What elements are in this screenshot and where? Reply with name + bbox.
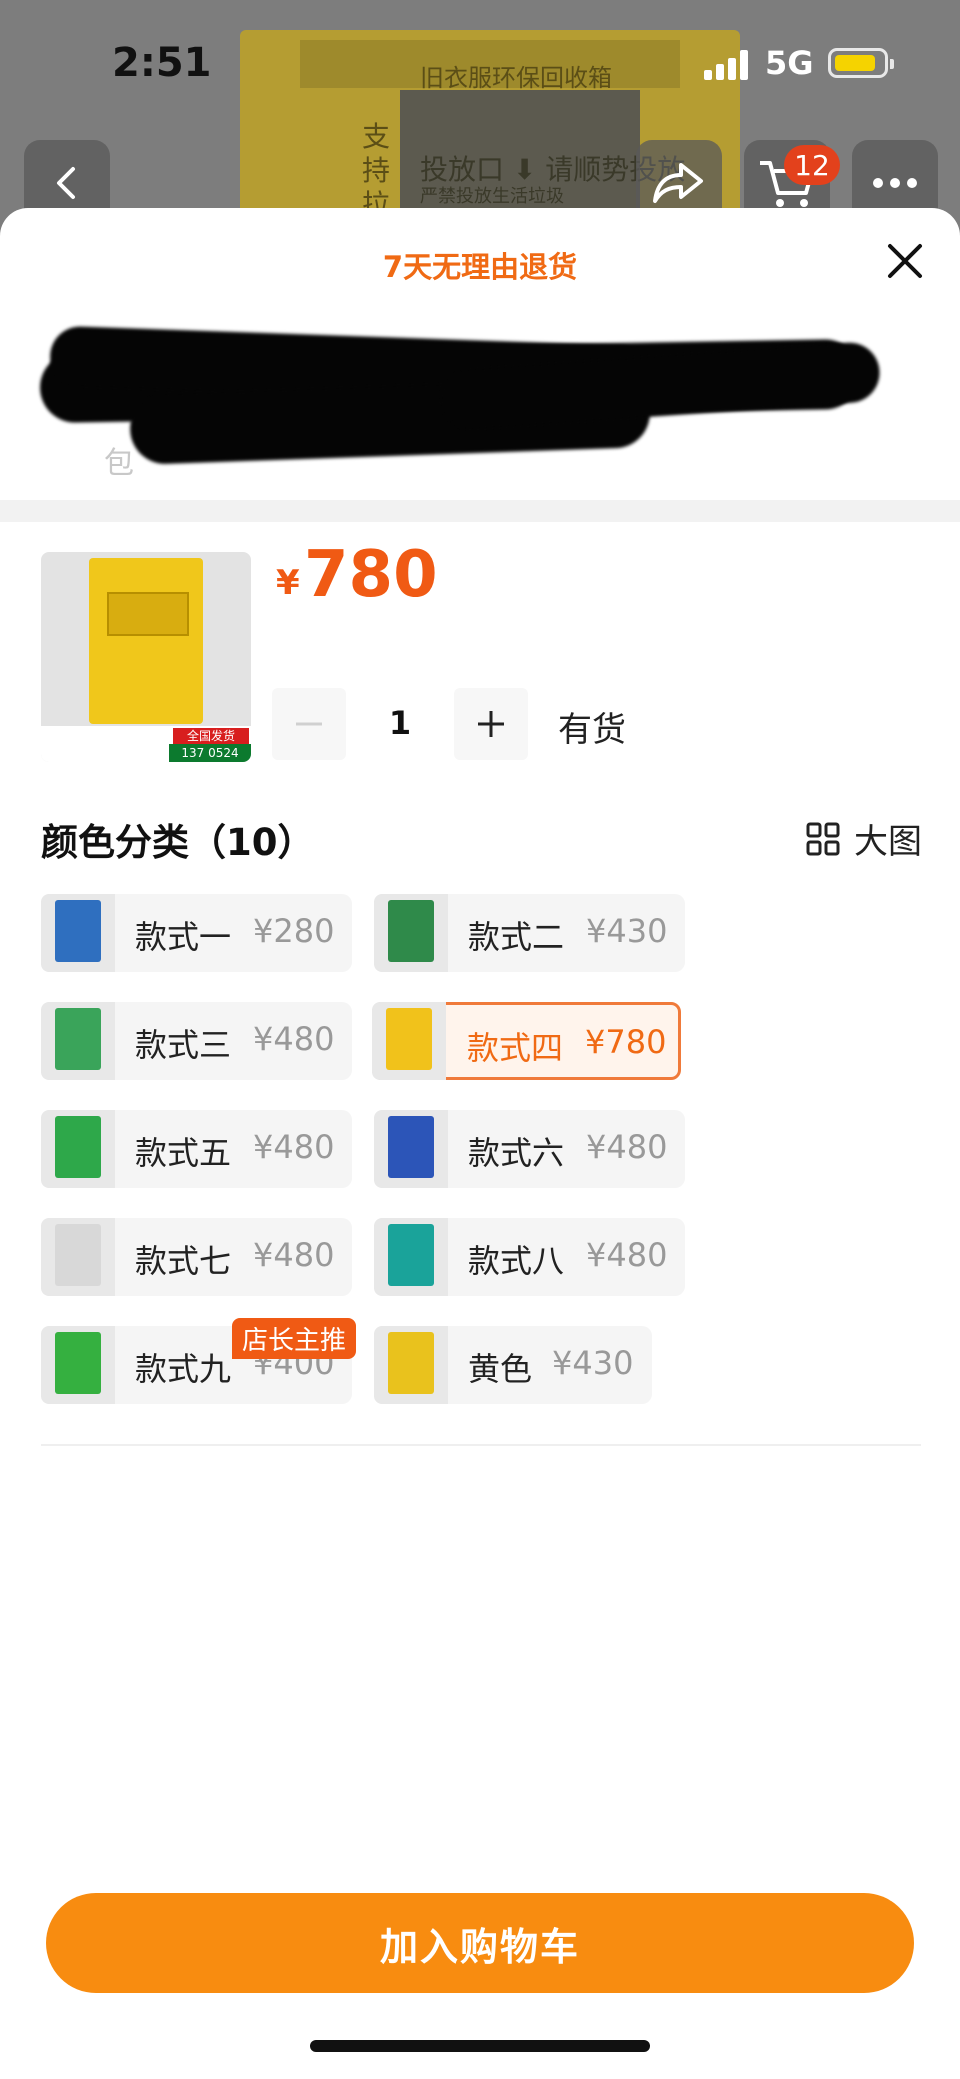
- signal-icon: [704, 50, 752, 80]
- variant-thumb-bin: [388, 1332, 434, 1394]
- variant-name: 款式九: [135, 1350, 232, 1388]
- big-image-label: 大图: [854, 822, 922, 862]
- variant-thumb: [41, 1002, 115, 1080]
- returns-policy-label: 7天无理由退货: [382, 250, 578, 284]
- variant-option[interactable]: 款式七 ¥480: [41, 1218, 352, 1296]
- variant-section-title: 颜色分类（10）: [41, 821, 315, 864]
- variant-thumb-bin: [55, 900, 101, 962]
- address-prefix-text: 包: [104, 446, 134, 481]
- quantity-increase-button[interactable]: [454, 688, 528, 760]
- grid-icon: [806, 822, 840, 855]
- variant-option[interactable]: 款式五 ¥480: [41, 1110, 352, 1188]
- share-icon: [653, 163, 703, 203]
- thumb-bin-body: [89, 558, 203, 724]
- variant-thumb: [41, 1326, 115, 1404]
- variant-price: ¥430: [552, 1344, 634, 1382]
- add-to-cart-button[interactable]: 加入购物车: [46, 1893, 914, 1993]
- bin-side-text: 支持拉: [362, 120, 391, 221]
- variant-thumb: [374, 1218, 448, 1296]
- variant-name: 款式三: [135, 1026, 232, 1064]
- network-type: 5G: [765, 44, 814, 82]
- recommended-badge: 店长主推: [232, 1318, 357, 1359]
- variant-name: 款式二: [468, 918, 565, 956]
- close-icon: [888, 244, 922, 278]
- variant-thumb: [374, 894, 448, 972]
- variant-name: 黄色: [468, 1350, 533, 1388]
- variant-price: ¥480: [253, 1236, 335, 1274]
- variant-thumb: [41, 894, 115, 972]
- quantity-value[interactable]: 1: [380, 704, 420, 742]
- battery-icon: [828, 48, 894, 78]
- sku-selector-sheet: 7天无理由退货 包 全国发货 137 0524 9798 ¥ 780 1 有货 …: [0, 208, 960, 2079]
- thumb-banner-red: 全国发货: [173, 728, 249, 744]
- chevron-left-icon: [57, 167, 75, 199]
- variant-price: ¥430: [586, 912, 668, 950]
- stock-status: 有货: [558, 710, 626, 750]
- cart-count-badge: 12: [784, 145, 840, 185]
- variant-option[interactable]: 款式六 ¥480: [374, 1110, 685, 1188]
- variant-price: ¥780: [585, 1023, 667, 1061]
- variant-option-selected[interactable]: 款式四 ¥780: [372, 1002, 681, 1080]
- variant-name: 款式一: [135, 918, 232, 956]
- options-divider: [41, 1444, 921, 1446]
- variant-name: 款式五: [135, 1134, 232, 1172]
- product-thumbnail[interactable]: 全国发货 137 0524 9798: [41, 552, 251, 762]
- more-dots-icon: [873, 178, 917, 188]
- variant-option[interactable]: 款式三 ¥480: [41, 1002, 352, 1080]
- redacted-address-region: [39, 316, 890, 466]
- variant-thumb-bin: [388, 900, 434, 962]
- plus-icon: [478, 711, 504, 737]
- variant-thumb: [41, 1110, 115, 1188]
- bin-sub-text: 严禁投放生活垃圾: [420, 186, 564, 207]
- variant-thumb-bin: [55, 1224, 101, 1286]
- variant-thumb-bin: [55, 1116, 101, 1178]
- variant-thumb-bin: [388, 1116, 434, 1178]
- status-bar: 2:51 5G: [0, 0, 960, 120]
- variant-thumb-bin: [55, 1332, 101, 1394]
- product-price: 780: [304, 538, 438, 612]
- home-indicator: [310, 2040, 650, 2052]
- big-image-toggle[interactable]: 大图: [806, 814, 922, 863]
- variant-price: ¥480: [586, 1236, 668, 1274]
- variant-name: 款式七: [135, 1242, 232, 1280]
- variant-price: ¥280: [253, 912, 335, 950]
- variant-price: ¥480: [586, 1128, 668, 1166]
- minus-icon: [296, 722, 322, 726]
- variant-name: 款式六: [468, 1134, 565, 1172]
- section-divider: [0, 500, 960, 522]
- variant-option[interactable]: 款式八 ¥480: [374, 1218, 685, 1296]
- thumb-phone: 137 0524 9798: [169, 744, 251, 762]
- variant-price: ¥480: [253, 1128, 335, 1166]
- variant-thumb: [374, 1326, 448, 1404]
- close-button[interactable]: [880, 236, 930, 286]
- quantity-decrease-button[interactable]: [272, 688, 346, 760]
- variant-option[interactable]: 黄色 ¥430: [374, 1326, 652, 1404]
- variant-option[interactable]: 款式一 ¥280: [41, 894, 352, 972]
- variant-thumb-bin: [55, 1008, 101, 1070]
- variant-option[interactable]: 款式二 ¥430: [374, 894, 685, 972]
- variant-thumb-bin: [386, 1008, 432, 1070]
- variant-price: ¥480: [253, 1020, 335, 1058]
- thumb-bin-slot: [107, 592, 189, 636]
- price-currency: ¥: [276, 563, 300, 603]
- variant-thumb-bin: [388, 1224, 434, 1286]
- variant-name: 款式八: [468, 1242, 565, 1280]
- variant-name: 款式四: [467, 1029, 564, 1067]
- variant-thumb: [372, 1002, 446, 1080]
- variant-thumb: [374, 1110, 448, 1188]
- variant-thumb: [41, 1218, 115, 1296]
- status-time: 2:51: [112, 40, 212, 86]
